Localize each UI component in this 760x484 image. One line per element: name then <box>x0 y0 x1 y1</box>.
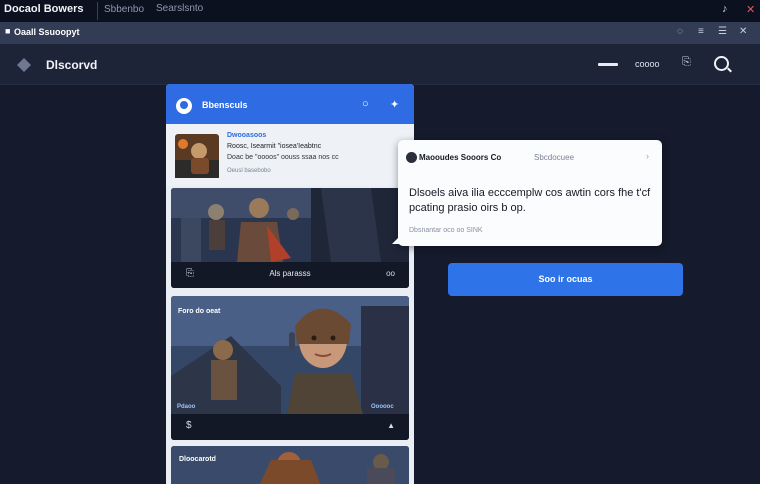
avatar[interactable] <box>406 152 417 163</box>
tooltip-handle[interactable]: Sbcdocuee <box>534 153 574 162</box>
compose-icon[interactable]: ✦ <box>390 98 399 111</box>
post-meta: Oeusl basebobo <box>227 168 271 174</box>
list-item[interactable]: Dwooasoos Roosc, Isearmit "iosea'Ieabtnc… <box>166 124 414 186</box>
dollar-icon[interactable]: $ <box>186 420 192 431</box>
media-card-2[interactable]: Foro do oeat Pdaoo oooooooo Oooooc $ ▲ <box>171 296 409 440</box>
bell-icon[interactable]: ♪ <box>722 3 728 15</box>
tooltip-body: Dlsoels aiva ilia ecccemplw cos awtin co… <box>409 187 651 214</box>
diamond-logo-icon[interactable] <box>17 58 31 72</box>
battle-scene-image <box>171 446 409 484</box>
post-thumbnail-image <box>175 134 219 178</box>
card-1-caption[interactable]: Als parasss <box>171 269 409 278</box>
app-navbar: Dlscorvd coooo ⎘ <box>0 44 760 85</box>
window-titlebar: Docaol Bowers Sbbenbo Searslsnto ♪ ✕ <box>0 0 760 22</box>
window-tab-1[interactable]: Sbbenbo <box>104 4 144 15</box>
feed-title: Bbensculs <box>202 100 248 110</box>
menu-line-icon[interactable] <box>598 63 618 66</box>
avatar[interactable] <box>176 98 192 114</box>
post-text-line-1: Roosc, Isearmit "iosea'Ieabtnc <box>227 143 322 150</box>
game-scene-image <box>171 188 409 262</box>
menu-icon[interactable]: ☰ <box>718 26 727 37</box>
window-title: Docaol Bowers <box>4 3 84 15</box>
feed-header: Bbensculs ○ ✦ <box>166 84 414 124</box>
address-bar: ■ Oaall Ssuoopyt ◌ ≡ ☰ ✕ <box>0 22 760 44</box>
media-card-1[interactable]: ⎘ Als parasss oo <box>171 188 409 288</box>
post-text-line-2: Doac be "oooos" oouss ssaa nos cc <box>227 154 339 161</box>
card-1-toolbar: ⎘ Als parasss oo <box>171 262 409 288</box>
close-icon[interactable]: ✕ <box>746 3 755 16</box>
card-2-toolbar: $ ▲ <box>171 414 409 440</box>
feed-panel: Bbensculs ○ ✦ Dwooasoos Roosc, Isearmit … <box>166 84 414 484</box>
chevron-right-icon[interactable]: › <box>646 151 649 161</box>
card-2-overlay-title: Foro do oeat <box>178 308 221 315</box>
window-tab-2[interactable]: Searslsnto <box>156 3 203 14</box>
cloud-icon[interactable]: ◌ <box>677 26 683 37</box>
search-icon[interactable] <box>714 56 729 71</box>
award-icon[interactable]: ▲ <box>387 421 395 430</box>
address-text[interactable]: Oaall Ssuoopyt <box>14 27 80 37</box>
card-2-tag-right: Oooooc <box>371 404 394 410</box>
card-1-count[interactable]: oo <box>386 269 395 278</box>
titlebar-divider <box>97 2 98 20</box>
profile-tooltip[interactable]: Maooudes Sooors Co Sbcdocuee › Dlsoels a… <box>398 140 662 246</box>
card-2-tag-left: Pdaoo <box>177 404 196 410</box>
bookmark-icon: ■ <box>5 26 11 36</box>
settings-icon[interactable]: ≡ <box>698 26 704 37</box>
nav-label[interactable]: coooo <box>635 59 660 69</box>
tooltip-meta: Dbsnantar oco oo SINK <box>409 227 483 234</box>
media-card-3[interactable]: Dloocarotd <box>171 446 409 484</box>
close-tab-icon[interactable]: ✕ <box>739 26 747 37</box>
card-3-overlay-title: Dloocarotd <box>179 456 216 463</box>
post-author[interactable]: Dwooasoos <box>227 132 266 139</box>
chat-icon[interactable]: ○ <box>362 98 369 110</box>
primary-action-button[interactable]: Soo ir ocuas <box>448 263 683 296</box>
link-icon[interactable]: ⎘ <box>682 56 691 69</box>
tooltip-name[interactable]: Maooudes Sooors Co <box>419 153 501 162</box>
brand-name[interactable]: Dlscorvd <box>46 58 97 72</box>
